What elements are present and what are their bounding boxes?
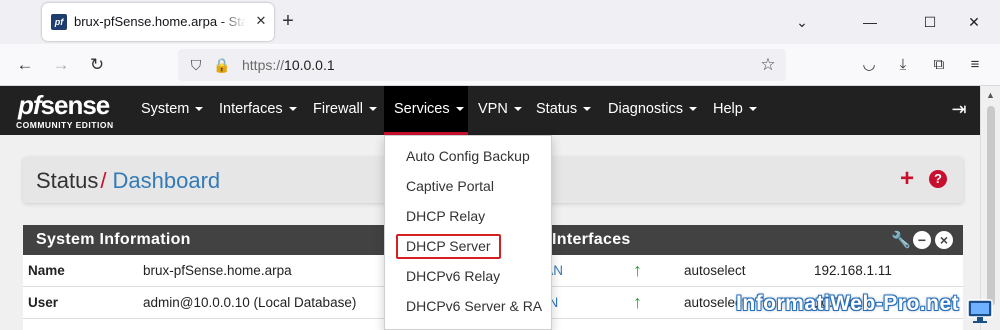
menu-status[interactable]: Status bbox=[526, 86, 601, 135]
hamburger-menu-icon[interactable]: ≡ bbox=[964, 54, 986, 76]
caret-down-icon bbox=[748, 107, 757, 112]
page-title: Status/Dashboard bbox=[36, 168, 221, 193]
menu-item-dhcp-relay[interactable]: DHCP Relay bbox=[385, 201, 551, 231]
caret-down-icon bbox=[688, 107, 697, 112]
caret-down-icon bbox=[455, 107, 464, 112]
minimize-icon[interactable]: — bbox=[858, 10, 882, 34]
menu-help[interactable]: Help bbox=[703, 86, 767, 135]
minimize-widget-icon[interactable]: − bbox=[913, 231, 931, 249]
extensions-icon[interactable]: ⧉ bbox=[928, 54, 950, 76]
tab-title: brux-pfSense.home.arpa - Status: Dashboa… bbox=[74, 14, 246, 29]
caret-down-icon bbox=[513, 107, 522, 112]
back-icon[interactable]: ← bbox=[12, 52, 38, 78]
watermark-text: InformatiWeb-Pro.net bbox=[736, 292, 960, 315]
menu-firewall[interactable]: Firewall bbox=[303, 86, 387, 135]
browser-tabstrip: pf brux-pfSense.home.arpa - Status: Dash… bbox=[0, 0, 1000, 44]
bookmark-star-icon[interactable]: ☆ bbox=[758, 55, 778, 75]
status-up-arrow-icon: ↑ bbox=[633, 292, 642, 312]
table-row: Name brux-pfSense.home.arpa bbox=[23, 255, 403, 287]
pfsense-logo[interactable]: pfsense COMMUNITY EDITION bbox=[16, 90, 126, 132]
scroll-up-icon[interactable]: ▲ bbox=[986, 90, 995, 100]
menu-system[interactable]: System bbox=[131, 86, 213, 135]
maximize-icon[interactable]: ☐ bbox=[918, 10, 942, 34]
lock-warning-icon[interactable]: 🔒 bbox=[212, 55, 232, 75]
downloads-icon[interactable]: ⤓ bbox=[892, 54, 914, 76]
logo-text: pfsense bbox=[18, 90, 110, 120]
tab-close-icon[interactable]: ✕ bbox=[252, 12, 270, 30]
menu-interfaces[interactable]: Interfaces bbox=[209, 86, 307, 135]
wrench-icon[interactable]: 🔧 bbox=[891, 230, 911, 250]
status-up-arrow-icon: ↑ bbox=[633, 260, 642, 280]
tab-list-chevron-icon[interactable]: ⌄ bbox=[790, 10, 814, 34]
menu-diagnostics[interactable]: Diagnostics bbox=[598, 86, 707, 135]
menu-vpn[interactable]: VPN bbox=[468, 86, 532, 135]
new-tab-icon[interactable]: + bbox=[276, 9, 300, 33]
forward-icon[interactable]: → bbox=[48, 52, 74, 78]
menu-item-auto-config-backup[interactable]: Auto Config Backup bbox=[385, 141, 551, 171]
dashboard-link[interactable]: Dashboard bbox=[113, 168, 221, 193]
menu-item-dhcpv6-relay[interactable]: DHCPv6 Relay bbox=[385, 261, 551, 291]
services-dropdown-menu: Auto Config Backup Captive Portal DHCP R… bbox=[384, 135, 552, 330]
url-bar[interactable]: ⛉ 🔒 https://10.0.0.1 ☆ bbox=[178, 49, 786, 81]
pocket-icon[interactable]: ◡ bbox=[858, 54, 880, 76]
pfsense-favicon-icon: pf bbox=[51, 14, 67, 30]
system-information-widget: System Information Name brux-pfSense.hom… bbox=[23, 225, 403, 330]
logout-icon[interactable]: ⇥ bbox=[948, 98, 970, 120]
scroll-thumb[interactable] bbox=[987, 106, 995, 306]
add-widget-icon[interactable]: + bbox=[900, 167, 914, 191]
caret-down-icon bbox=[368, 107, 377, 112]
menu-item-dhcpv6-server-ra[interactable]: DHCPv6 Server & RA bbox=[385, 291, 551, 321]
widget-title: System Information bbox=[23, 225, 403, 255]
url-text[interactable]: https://10.0.0.1 bbox=[242, 57, 335, 73]
watermark-logo-icon bbox=[967, 299, 993, 323]
help-icon[interactable]: ? bbox=[929, 170, 947, 188]
browser-tab[interactable]: pf brux-pfSense.home.arpa - Status: Dash… bbox=[42, 3, 274, 41]
caret-down-icon bbox=[195, 107, 204, 112]
widget-controls: 🔧 − × bbox=[891, 230, 953, 250]
reload-icon[interactable]: ↻ bbox=[84, 52, 110, 78]
caret-down-icon bbox=[288, 107, 297, 112]
logo-subtitle: COMMUNITY EDITION bbox=[16, 120, 114, 130]
close-widget-icon[interactable]: × bbox=[935, 231, 953, 249]
caret-down-icon bbox=[583, 107, 592, 112]
pfsense-navbar: pfsense COMMUNITY EDITION System Interfa… bbox=[0, 86, 980, 135]
close-window-icon[interactable]: ✕ bbox=[962, 10, 986, 34]
shield-icon[interactable]: ⛉ bbox=[186, 55, 206, 75]
table-row: WAN ↑ autoselect 192.168.1.11 bbox=[518, 255, 963, 287]
page-scrollbar[interactable]: ▲ bbox=[980, 86, 1000, 330]
table-row: User admin@10.0.0.10 (Local Database) bbox=[23, 287, 403, 319]
browser-navbar: ← → ↻ ⛉ 🔒 https://10.0.0.1 ☆ ◡ ⤓ ⧉ ≡ bbox=[0, 44, 1000, 86]
menu-item-dhcp-server[interactable]: DHCP Server bbox=[385, 231, 551, 261]
menu-services[interactable]: Services bbox=[384, 86, 468, 135]
menu-item-captive-portal[interactable]: Captive Portal bbox=[385, 171, 551, 201]
